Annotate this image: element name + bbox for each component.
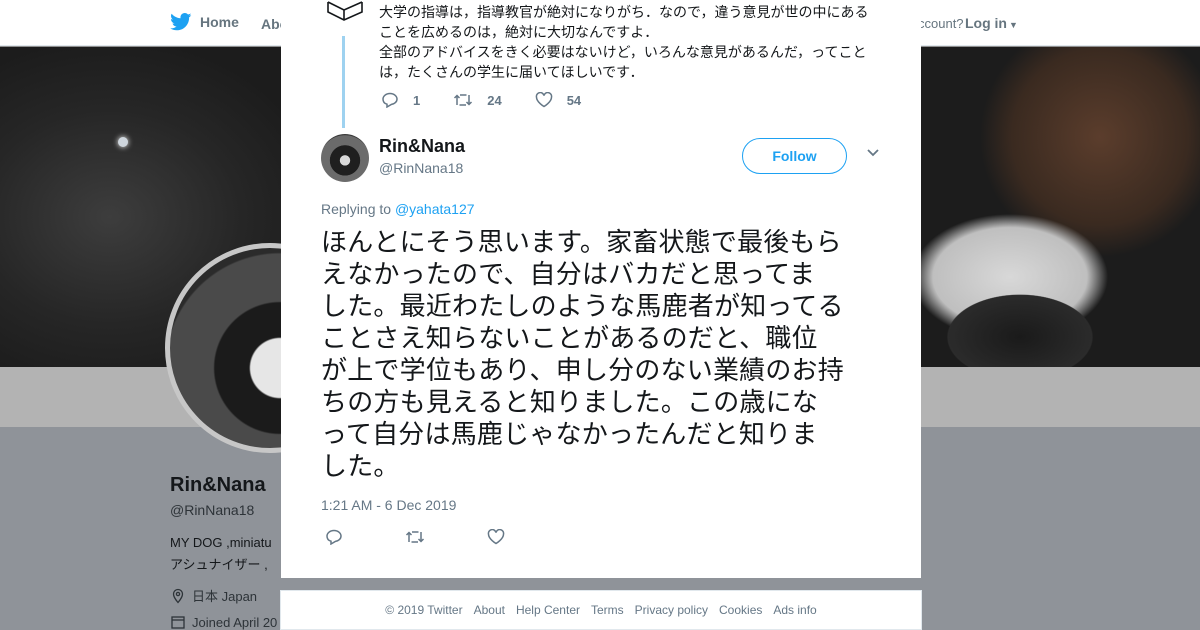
reply-button[interactable] xyxy=(325,529,343,545)
author-name[interactable]: Rin&Nana xyxy=(379,136,465,157)
tweet-text-line: ことを広めるのは，絶対に大切なんですよ． xyxy=(379,24,659,40)
footer-link-terms[interactable]: Terms xyxy=(591,603,624,617)
profile-bio-line: アシュナイザー , xyxy=(170,557,268,572)
reply-icon xyxy=(382,92,398,108)
caret-down-icon: ▼ xyxy=(1009,20,1018,30)
login-dropdown[interactable]: Log in ▼ xyxy=(965,15,1018,31)
like-button[interactable] xyxy=(487,529,505,545)
tweet-text-line: ことさえ知らないことがあるのだと、職位 xyxy=(321,324,818,354)
reply-count: 1 xyxy=(413,92,421,108)
replying-to-label: Replying to xyxy=(321,201,392,217)
nav-home-label: Home xyxy=(200,14,239,30)
footer-link-about[interactable]: About xyxy=(474,603,505,617)
tweet-permalink-modal: 大学の指導は，指導教官が絶対になりがち．なので，違う意見が世の中にある ことを広… xyxy=(281,0,921,578)
retweet-button[interactable] xyxy=(405,529,425,545)
retweet-button[interactable]: 24 xyxy=(453,92,502,108)
follow-button[interactable]: Follow xyxy=(742,138,847,174)
tweet-text-line: えなかったので、自分はバカだと思ってま xyxy=(321,260,816,290)
tweet-text-line: した。 xyxy=(321,452,400,482)
reply-icon xyxy=(326,529,342,545)
tweet-text-line: って自分は馬鹿じゃなかったんだと知りま xyxy=(321,420,818,450)
prev-tweet-avatar-box-icon xyxy=(327,1,363,21)
author-avatar[interactable] xyxy=(321,134,369,182)
close-modal-icon[interactable] xyxy=(1152,10,1182,40)
main-tweet-text: ほんとにそう思います。家畜状態で最後もら えなかったので、自分はバカだと思ってま… xyxy=(321,227,891,483)
profile-bio-line: MY DOG ,miniatu xyxy=(170,535,272,550)
location-pin-icon xyxy=(172,588,184,603)
twitter-bird-icon xyxy=(170,13,192,31)
footer-link-ads-info[interactable]: Ads info xyxy=(773,603,816,617)
tweet-text-line: は，たくさんの学生に届いてほしいです． xyxy=(379,64,644,80)
main-tweet-actions xyxy=(325,529,567,545)
footer-link-cookies[interactable]: Cookies xyxy=(719,603,762,617)
footer-link-privacy-policy[interactable]: Privacy policy xyxy=(635,603,708,617)
profile-handle: @RinNana18 xyxy=(170,502,255,518)
heart-icon xyxy=(535,92,552,108)
nav-account-prompt: ccount? xyxy=(918,16,964,31)
tweet-text-line: 全部のアドバイスをきく必要はないけど，いろんな意見があるんだ，ってこと xyxy=(379,44,867,60)
chevron-down-icon[interactable] xyxy=(866,148,880,158)
login-label: Log in xyxy=(965,15,1007,31)
banner-eye-highlight xyxy=(118,137,128,147)
calendar-icon xyxy=(171,616,185,629)
footer-copyright: © 2019 Twitter xyxy=(385,603,463,617)
tweet-text-line: 大学の指導は，指導教官が絶対になりがち．なので，違う意見が世の中にある xyxy=(379,4,869,20)
tweet-timestamp[interactable]: 1:21 AM - 6 Dec 2019 xyxy=(321,497,456,513)
profile-name: Rin&Nana xyxy=(170,474,266,496)
replying-to: Replying to @yahata127 xyxy=(321,201,475,217)
like-count: 54 xyxy=(566,92,582,108)
retweet-icon xyxy=(405,531,425,543)
tweet-text-line: ちの方も見えると知りました。この歳にな xyxy=(321,388,819,418)
previous-tweet-actions: 1 24 54 xyxy=(381,92,614,108)
nav-home-link[interactable]: Home xyxy=(170,13,239,31)
previous-tweet-text: 大学の指導は，指導教官が絶対になりがち．なので，違う意見が世の中にある ことを広… xyxy=(379,2,879,82)
retweet-icon xyxy=(454,94,473,106)
profile-location: 日本 Japan xyxy=(170,586,257,605)
profile-joined: Joined April 20 xyxy=(170,614,277,630)
heart-icon xyxy=(487,529,505,545)
modal-footer: © 2019 Twitter About Help Center Terms P… xyxy=(280,590,922,630)
reply-button[interactable]: 1 xyxy=(381,92,420,108)
tweet-text-line: した。最近わたしのような馬鹿者が知ってる xyxy=(321,292,844,322)
like-button[interactable]: 54 xyxy=(535,92,581,108)
mention-link[interactable]: @yahata127 xyxy=(395,201,475,217)
profile-location-text: 日本 Japan xyxy=(192,589,258,604)
retweet-count: 24 xyxy=(487,92,502,108)
tweet-text-line: が上で学位もあり、申し分のない業績のお持 xyxy=(321,356,844,386)
tweet-text-line: ほんとにそう思います。家畜状態で最後もら xyxy=(321,228,842,258)
thread-connector-line xyxy=(342,36,345,128)
author-handle[interactable]: @RinNana18 xyxy=(379,160,463,176)
footer-link-help-center[interactable]: Help Center xyxy=(516,603,580,617)
profile-joined-text: Joined April 20 xyxy=(192,614,278,630)
